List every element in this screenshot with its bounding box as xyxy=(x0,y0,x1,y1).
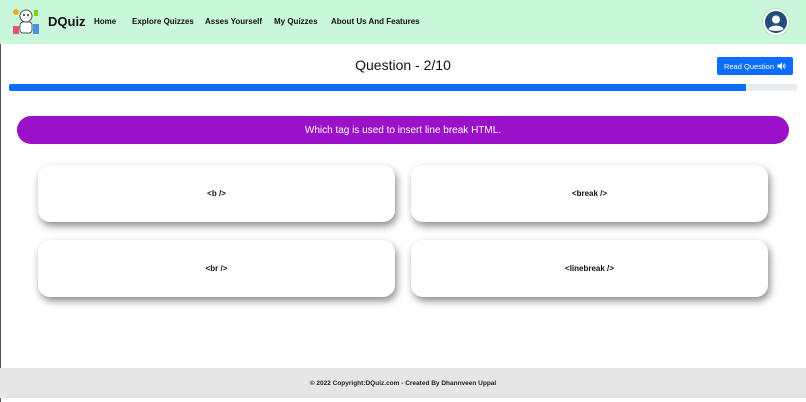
answer-option-2[interactable]: <break /> xyxy=(411,165,768,222)
read-question-label: Read Question xyxy=(723,61,775,71)
nav-home[interactable]: Home xyxy=(94,17,116,26)
nav-my-quizzes[interactable]: My Quizzes xyxy=(274,17,318,26)
user-avatar-icon xyxy=(765,11,787,33)
quiz-mascot-icon[interactable] xyxy=(10,6,42,38)
window-left-edge xyxy=(0,44,1,402)
footer-copyright: © 2022 Copyright:DQuiz.com - Created By … xyxy=(309,379,497,387)
navbar: DQuiz Home Explore Quizzes Asses Yoursel… xyxy=(0,0,806,44)
answer-option-3[interactable]: <br /> xyxy=(38,240,395,297)
nav-asses-yourself[interactable]: Asses Yourself xyxy=(205,17,262,26)
quiz-progress-fill xyxy=(9,84,746,91)
read-question-button[interactable]: Read Question xyxy=(717,57,793,75)
speaker-icon xyxy=(777,62,786,70)
profile-button[interactable] xyxy=(763,9,789,35)
nav-about-us[interactable]: About Us And Features xyxy=(331,17,420,26)
quiz-progress-bar xyxy=(9,84,797,91)
question-counter-title: Question - 2/10 xyxy=(355,57,451,73)
brand-name[interactable]: DQuiz xyxy=(48,14,86,29)
nav-explore-quizzes[interactable]: Explore Quizzes xyxy=(132,17,194,26)
question-text: Which tag is used to insert line break H… xyxy=(17,116,789,144)
answer-option-4[interactable]: <linebreak /> xyxy=(411,240,768,297)
footer: © 2022 Copyright:DQuiz.com - Created By … xyxy=(0,368,806,398)
answer-option-1[interactable]: <b /> xyxy=(38,165,395,222)
